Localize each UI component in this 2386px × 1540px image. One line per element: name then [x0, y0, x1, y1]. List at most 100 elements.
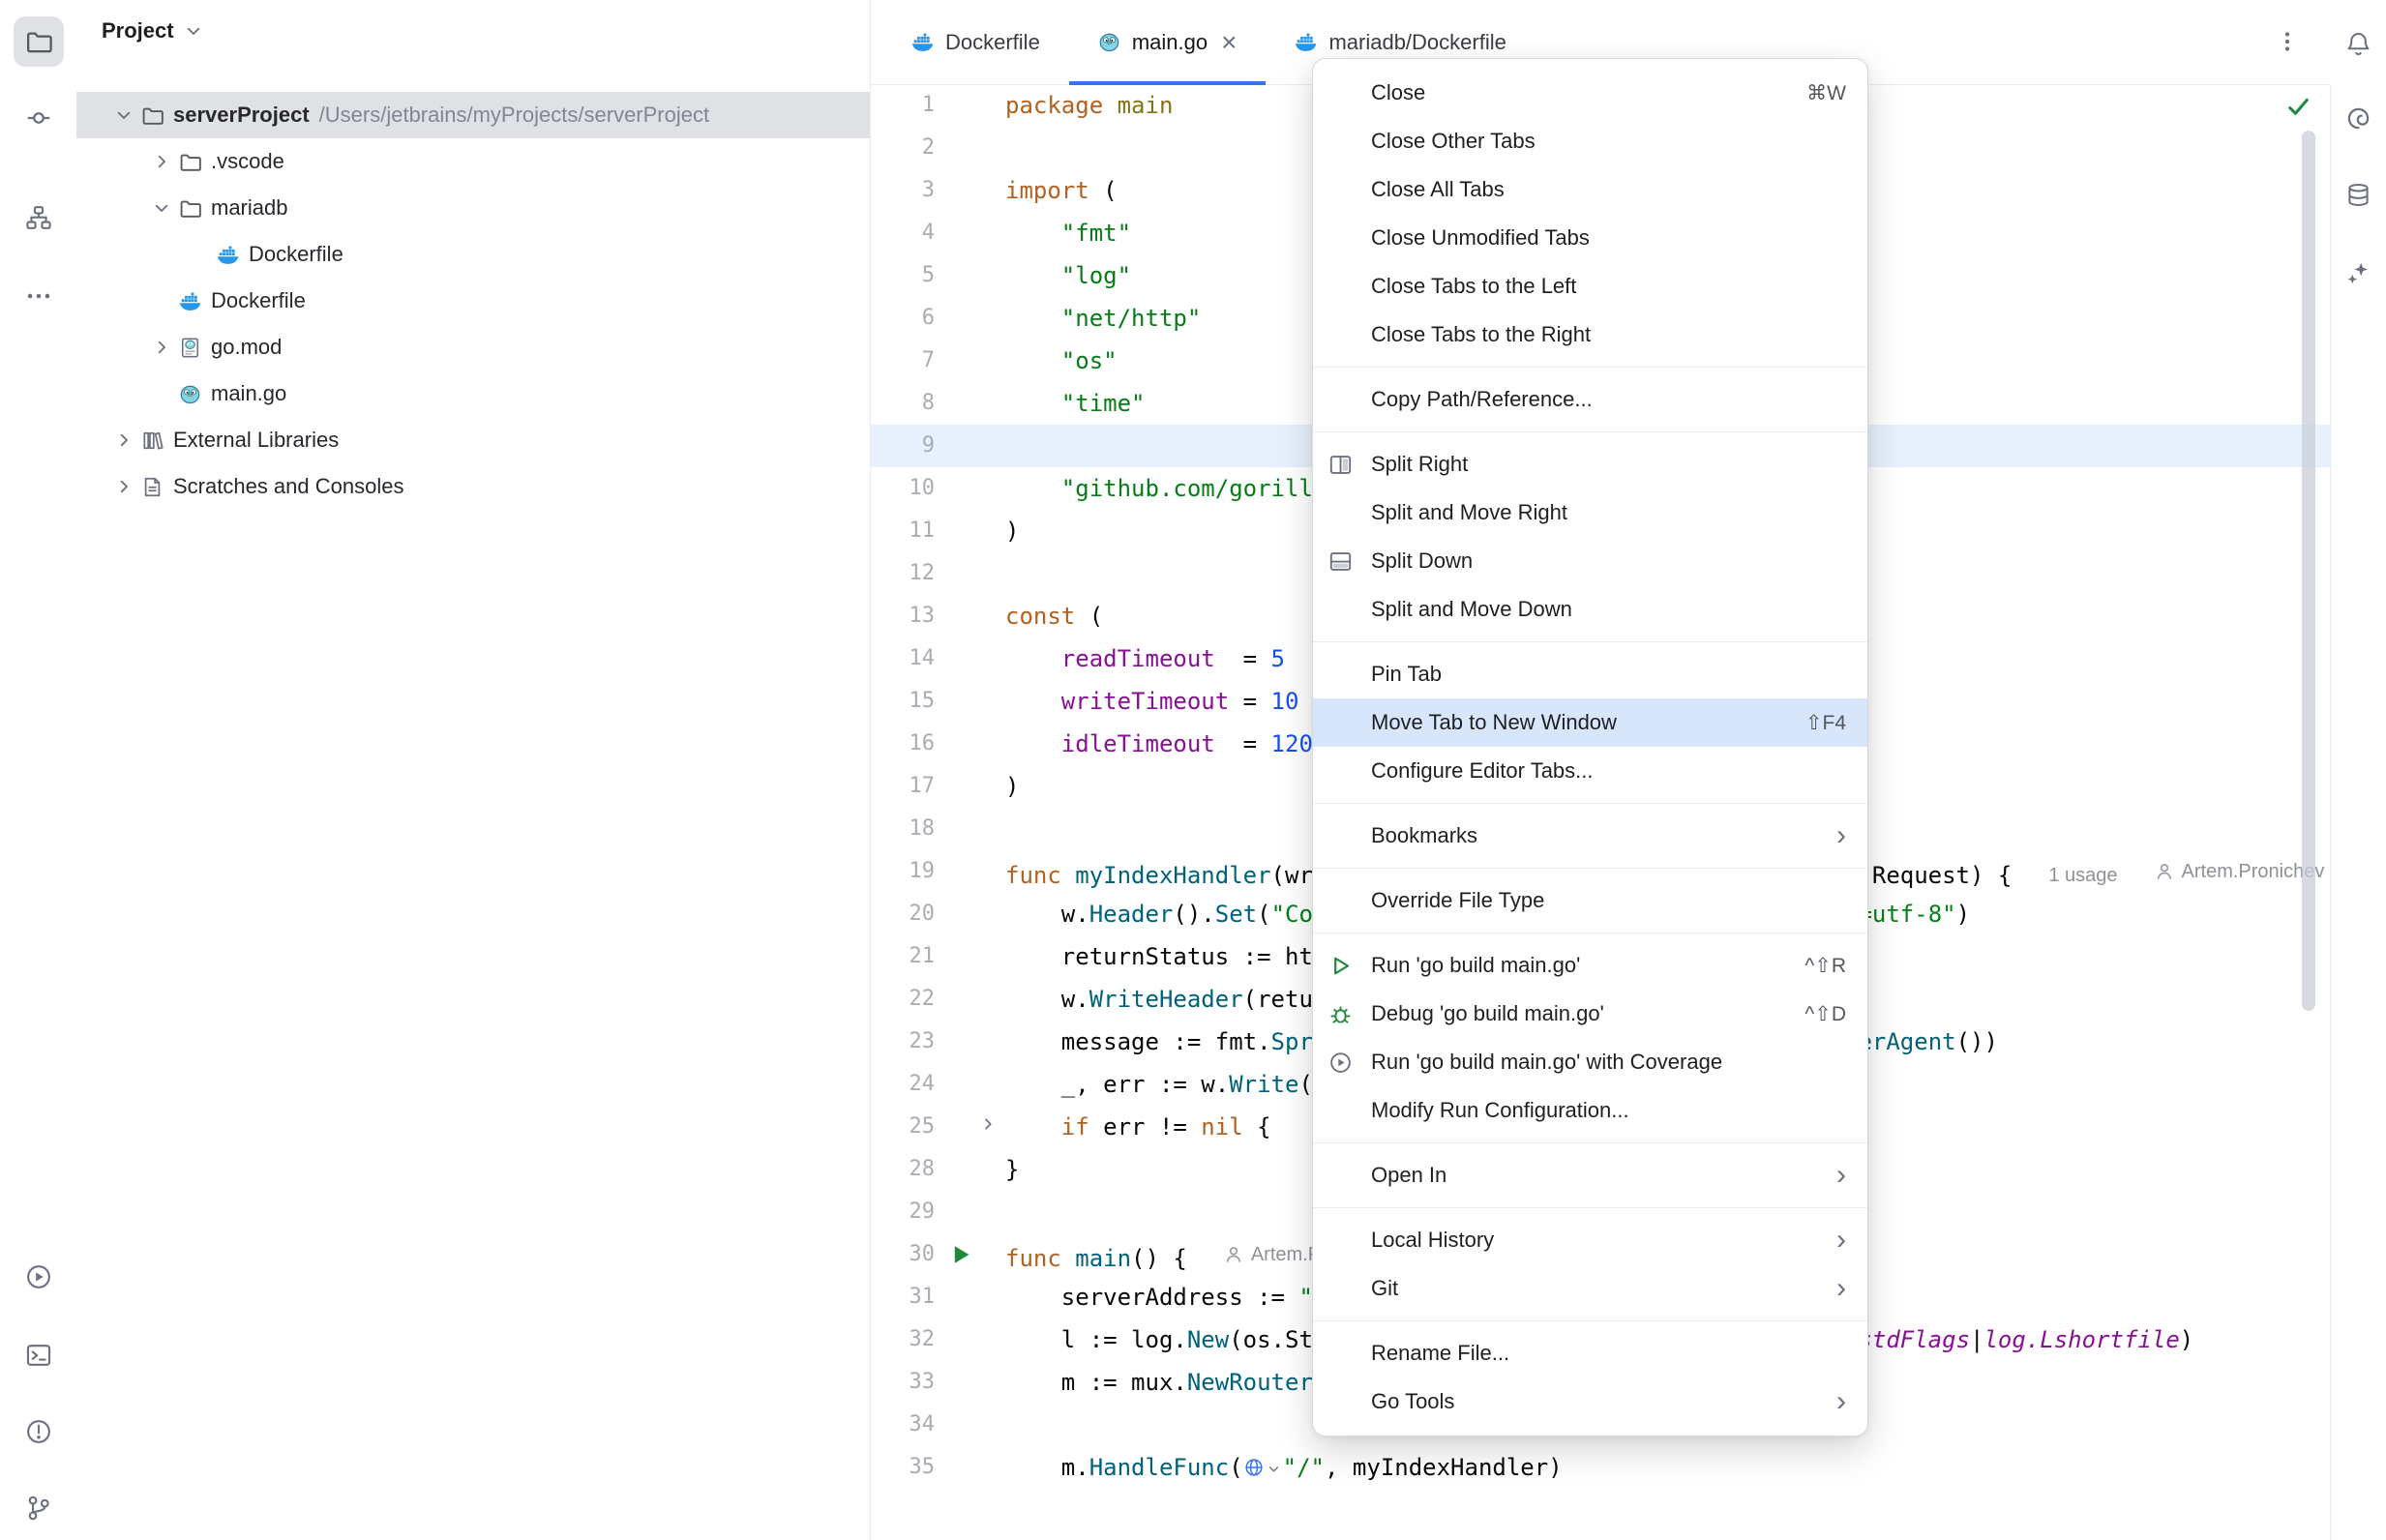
- code-text: "net/http": [1005, 297, 1201, 340]
- tree-item-vscode[interactable]: .vscode: [76, 138, 870, 185]
- docker-file-icon: [911, 31, 934, 53]
- menu-item-split-down[interactable]: Split Down: [1313, 537, 1867, 585]
- chevron-right-icon[interactable]: [109, 429, 138, 451]
- chevron-down-icon[interactable]: [147, 197, 176, 219]
- author-inlay[interactable]: Artem.Pronichev: [2155, 850, 2325, 893]
- code-token: ): [1956, 901, 1970, 928]
- menu-item-debug-go-build-main-go[interactable]: Debug 'go build main.go'^⇧D: [1313, 990, 1867, 1038]
- menu-item-close[interactable]: Close⌘W: [1313, 69, 1867, 117]
- chevron-right-icon[interactable]: [109, 476, 138, 497]
- chevron-right-icon[interactable]: [147, 337, 176, 358]
- tab-dockerfile[interactable]: Dockerfile: [882, 0, 1069, 84]
- menu-item-git[interactable]: Git›: [1313, 1264, 1867, 1313]
- tool-button-run[interactable]: [14, 1252, 64, 1302]
- tool-button-project[interactable]: [14, 16, 64, 67]
- tab-label: main.go: [1132, 30, 1208, 55]
- line-number: 31: [871, 1276, 935, 1318]
- run-gutter-icon[interactable]: [948, 1242, 973, 1267]
- chevron-down-icon[interactable]: [1267, 1447, 1281, 1462]
- menu-item-run-go-build-main-go[interactable]: Run 'go build main.go'^⇧R: [1313, 941, 1867, 990]
- tree-item-mariadb[interactable]: mariadb: [76, 185, 870, 231]
- chevron-down-icon[interactable]: [184, 21, 203, 41]
- menu-item-local-history[interactable]: Local History›: [1313, 1216, 1867, 1264]
- menu-item-open-in[interactable]: Open In›: [1313, 1151, 1867, 1199]
- menu-item-split-right[interactable]: Split Right: [1313, 440, 1867, 489]
- tree-item-go-mod[interactable]: go.mod: [76, 324, 870, 370]
- inspections-ok-icon[interactable]: [2285, 94, 2311, 120]
- menu-item-close-other-tabs[interactable]: Close Other Tabs: [1313, 117, 1867, 165]
- tool-button-version-control[interactable]: [14, 1483, 64, 1533]
- usages-inlay[interactable]: 1 usage: [2048, 854, 2117, 897]
- menu-item-configure-editor-tabs[interactable]: Configure Editor Tabs...: [1313, 747, 1867, 795]
- chevron-right-icon[interactable]: [147, 151, 176, 172]
- libs-icon: [138, 429, 165, 452]
- menu-item-split-and-move-down[interactable]: Split and Move Down: [1313, 585, 1867, 634]
- editor-scrollbar[interactable]: [2302, 131, 2315, 1011]
- chevron-down-icon[interactable]: [109, 104, 138, 126]
- tree-item-scratches-and-consoles[interactable]: Scratches and Consoles: [76, 463, 870, 510]
- code-token: nil: [1201, 1113, 1242, 1140]
- folder-icon: [176, 196, 203, 220]
- code-text: "log": [1005, 254, 1131, 297]
- menu-item-split-and-move-right[interactable]: Split and Move Right: [1313, 489, 1867, 537]
- menu-item-close-unmodified-tabs[interactable]: Close Unmodified Tabs: [1313, 214, 1867, 262]
- code-token: [1005, 730, 1061, 757]
- menu-item-modify-run-configuration[interactable]: Modify Run Configuration...: [1313, 1086, 1867, 1135]
- code-text: m.HandleFunc("/", myIndexHandler): [1005, 1446, 1563, 1489]
- menu-item-move-tab-to-new-window[interactable]: Move Tab to New Window⇧F4: [1313, 698, 1867, 747]
- code-token: "net/http": [1061, 305, 1202, 332]
- tab-close-icon[interactable]: ×: [1221, 29, 1237, 56]
- menu-item-close-all-tabs[interactable]: Close All Tabs: [1313, 165, 1867, 214]
- code-token: New: [1187, 1326, 1229, 1353]
- tree-item-external-libraries[interactable]: External Libraries: [76, 417, 870, 463]
- line-number: 13: [871, 595, 935, 637]
- tree-item-label: main.go: [211, 381, 286, 406]
- menu-item-close-tabs-to-the-left[interactable]: Close Tabs to the Left: [1313, 262, 1867, 311]
- fold-indicator-icon[interactable]: [979, 1115, 999, 1139]
- code-token: =: [1215, 645, 1271, 672]
- tool-button-terminal[interactable]: [14, 1330, 64, 1380]
- menu-item-go-tools[interactable]: Go Tools›: [1313, 1377, 1867, 1426]
- line-number: 32: [871, 1318, 935, 1361]
- menu-item-override-file-type[interactable]: Override File Type: [1313, 876, 1867, 925]
- code-line-35[interactable]: 35 m.HandleFunc("/", myIndexHandler): [871, 1446, 2331, 1489]
- menu-separator: [1313, 1320, 1867, 1321]
- code-token: [1061, 1245, 1075, 1272]
- menu-icon-spacer: [1328, 597, 1371, 622]
- editor-tab-context-menu: Close⌘WClose Other TabsClose All TabsClo…: [1312, 58, 1868, 1436]
- tool-button-notifications[interactable]: [2338, 22, 2380, 65]
- tool-button-ai-sparkles[interactable]: [2338, 252, 2380, 294]
- tree-item-dockerfile[interactable]: Dockerfile: [76, 231, 870, 278]
- line-number: 11: [871, 510, 935, 552]
- code-token: "/": [1283, 1454, 1325, 1481]
- gopher-file-icon: [1098, 31, 1120, 53]
- line-number: 22: [871, 978, 935, 1021]
- menu-icon-spacer: [1328, 177, 1371, 202]
- tree-item-main-go[interactable]: main.go: [76, 370, 870, 417]
- tree-item-serverproject[interactable]: serverProject/Users/jetbrains/myProjects…: [76, 92, 870, 138]
- tree-item-dockerfile[interactable]: Dockerfile: [76, 278, 870, 324]
- menu-item-pin-tab[interactable]: Pin Tab: [1313, 650, 1867, 698]
- code-text: m := mux.NewRouter(): [1005, 1361, 1341, 1404]
- code-token: [1005, 645, 1061, 672]
- tool-button-structure[interactable]: [14, 192, 64, 243]
- tool-button-problems[interactable]: [14, 1407, 64, 1457]
- menu-item-run-go-build-main-go-with-coverage[interactable]: Run 'go build main.go' with Coverage: [1313, 1038, 1867, 1086]
- code-token: =: [1215, 730, 1271, 757]
- menu-item-bookmarks[interactable]: Bookmarks›: [1313, 812, 1867, 860]
- menu-item-rename-file[interactable]: Rename File...: [1313, 1329, 1867, 1377]
- code-token: [1005, 347, 1061, 374]
- tool-button-commit[interactable]: [14, 93, 64, 143]
- code-token: |: [1970, 1326, 1983, 1353]
- code-token: ()): [1956, 1028, 1998, 1055]
- tool-button-database[interactable]: [2338, 173, 2380, 216]
- code-token: main: [1075, 1245, 1131, 1272]
- menu-item-copy-path-reference[interactable]: Copy Path/Reference...: [1313, 375, 1867, 424]
- menu-item-close-tabs-to-the-right[interactable]: Close Tabs to the Right: [1313, 311, 1867, 359]
- tool-button-ai-swirl[interactable]: [2338, 97, 2380, 139]
- line-number: 33: [871, 1361, 935, 1404]
- tab-options-kebab-icon[interactable]: [2274, 21, 2301, 62]
- tool-button-more[interactable]: [14, 271, 64, 321]
- tab-main-go[interactable]: main.go ×: [1069, 0, 1267, 84]
- project-panel-header[interactable]: Project: [76, 0, 870, 62]
